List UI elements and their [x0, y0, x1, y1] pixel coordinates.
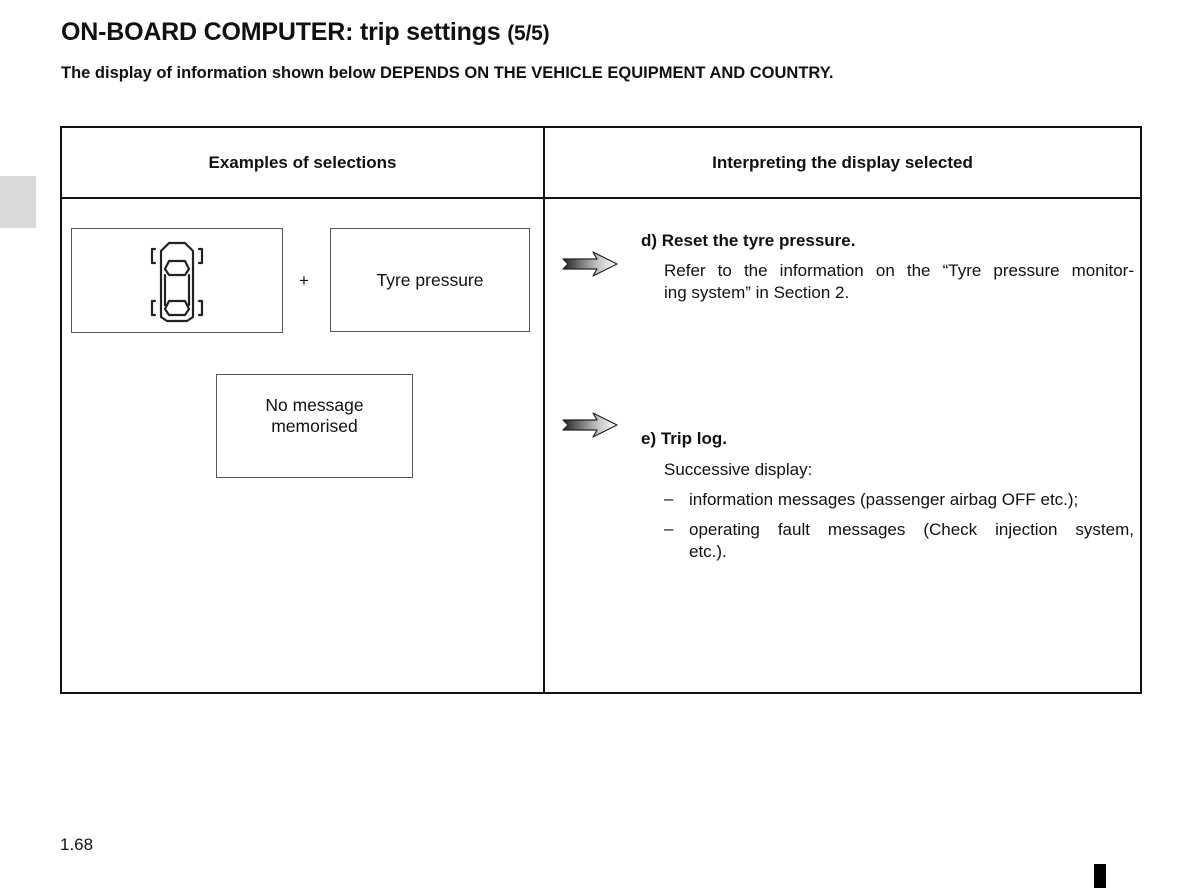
page-title: ON-BOARD COMPUTER: trip settings (5/5) [61, 18, 550, 47]
item-e-intro: Successive display: [664, 460, 813, 479]
table-header-divider [60, 197, 1140, 199]
plus-sign: + [299, 271, 309, 290]
no-message-line2: memorised [271, 416, 358, 436]
arrow-right-icon [562, 251, 618, 277]
display-icon-box [71, 228, 283, 333]
no-message-line1: No message [265, 395, 364, 415]
page-number: 1.68 [60, 835, 94, 854]
item-d-label: d) [641, 231, 658, 250]
section-tab-marker [0, 176, 36, 228]
bullet-dash: – [664, 489, 674, 508]
item-d-title: Reset the tyre pressure. [661, 231, 856, 250]
item-d-heading: d) Reset the tyre pressure. [641, 231, 855, 251]
arrow-right-icon [562, 412, 618, 438]
item-d-text-line2: ing system” in Section 2. [664, 283, 850, 302]
tyre-pressure-label: Tyre pressure [376, 269, 484, 290]
page-title-text: ON-BOARD COMPUTER: trip settings [61, 18, 501, 46]
page-edge-marker [1094, 864, 1106, 888]
item-d-description: Refer to the information on the “Tyre pr… [664, 260, 1134, 304]
car-tyres-top-view-icon [150, 241, 204, 322]
bullet-information-messages: information messages (passenger airbag O… [689, 490, 1079, 509]
table-column-divider [543, 126, 545, 692]
bullet-2-line2: etc.). [689, 542, 727, 561]
bullet-2-line1: operating fault messages (Check injectio… [689, 520, 1134, 539]
column-header-interpreting: Interpreting the display selected [712, 153, 973, 172]
page-indicator: (5/5) [507, 22, 550, 45]
tyre-pressure-box: Tyre pressure [330, 228, 530, 332]
item-e-title: Trip log. [660, 429, 727, 448]
item-e-heading: e) Trip log. [641, 429, 727, 449]
bullet-dash: – [664, 519, 674, 538]
item-d-text-line1: Refer to the information on the “Tyre pr… [664, 261, 1134, 280]
bullet-operating-fault-messages: operating fault messages (Check injectio… [689, 519, 1134, 563]
item-e-label: e) [641, 429, 657, 448]
column-header-examples: Examples of selections [208, 153, 397, 172]
no-message-box: No message memorised [216, 374, 413, 478]
page-subtitle: The display of information shown below D… [61, 64, 834, 82]
